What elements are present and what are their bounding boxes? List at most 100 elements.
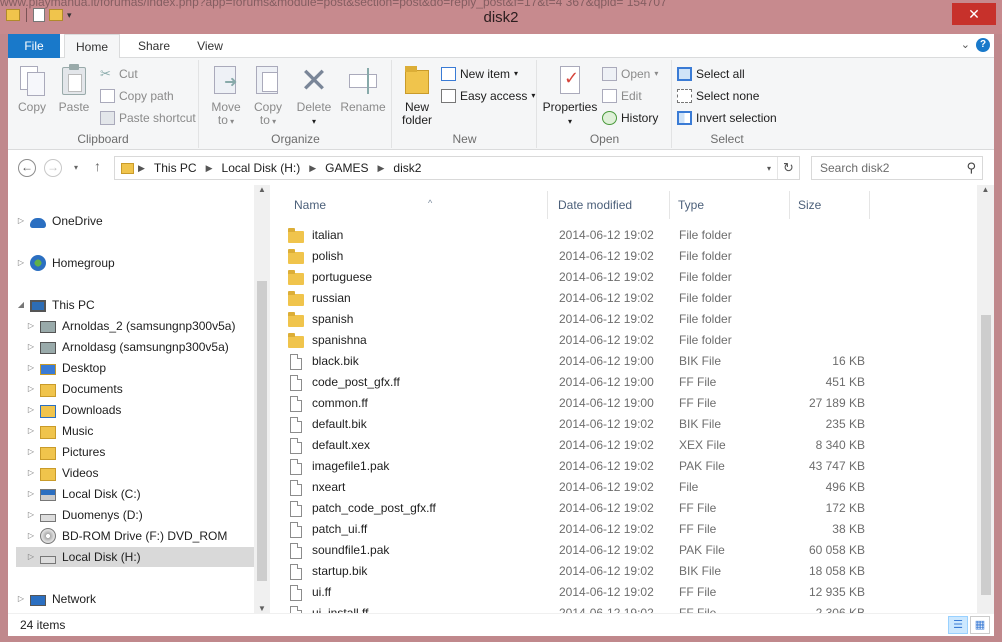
help-icon[interactable]: ? [976,38,990,52]
expand-arrow-icon[interactable]: ▷ [26,505,36,525]
nav-item-duomenys-d[interactable]: ▷ Duomenys (D:) [26,505,143,525]
recent-locations-chevron-icon[interactable]: ▾ [74,163,78,172]
address-bar[interactable]: ▶ This PC ▶ Local Disk (H:) ▶ GAMES ▶ di… [114,156,800,180]
copy-path-button[interactable]: Copy path [100,86,174,106]
nav-item-desktop[interactable]: ▷ Desktop [26,358,106,378]
column-header-type[interactable]: Type [672,191,790,219]
expand-arrow-icon[interactable]: ▷ [26,337,36,357]
table-row[interactable]: ui_install.ff 2014-06-12 19:02 FF File 2 30… [288,603,974,613]
move-to-button[interactable]: ➜ Move to ▾ [208,64,244,128]
table-row[interactable]: portuguese 2014-06-12 19:02 File folder [288,267,974,288]
table-row[interactable]: black.bik 2014-06-12 19:00 BIK File 16 KB [288,351,974,372]
up-arrow-icon[interactable]: ↑ [94,158,101,174]
scroll-up-arrow-icon[interactable]: ▲ [977,185,994,194]
file-list-scrollbar[interactable]: ▲ [977,185,994,613]
expand-arrow-icon[interactable]: ▷ [26,358,36,378]
close-button[interactable]: ✕ [952,3,996,25]
new-item-button[interactable]: New item ▾ [441,64,518,84]
table-row[interactable]: patch_ui.ff 2014-06-12 19:02 FF File 38 KB [288,519,974,540]
table-row[interactable]: imagefile1.pak 2014-06-12 19:02 PAK File 43… [288,456,974,477]
forward-button[interactable]: → [44,159,62,177]
expand-arrow-icon[interactable]: ▷ [16,589,26,609]
rename-button[interactable]: Rename [340,64,386,114]
tab-home[interactable]: Home [64,34,120,59]
breadcrumb-disk2[interactable]: disk2 [388,161,426,175]
expand-arrow-icon[interactable]: ▷ [26,316,36,336]
back-button[interactable]: ← [18,159,36,177]
nav-item-homegroup[interactable]: ▷ Homegroup [16,253,115,273]
minimize-ribbon-chevron-icon[interactable]: ⌄ [961,38,970,51]
invert-selection-button[interactable]: Invert selection [677,108,777,128]
delete-button[interactable]: ✕ Delete ▾ [294,64,334,128]
scroll-up-arrow-icon[interactable]: ▲ [254,185,270,194]
refresh-button[interactable]: ↻ [777,157,799,179]
collapse-arrow-icon[interactable]: ◢ [16,295,26,315]
large-icons-view-button[interactable]: ▦ [970,616,990,634]
file-list-scrollbar-thumb[interactable] [981,315,991,595]
breadcrumb-local-disk-h[interactable]: Local Disk (H:) [217,161,306,175]
table-row[interactable]: spanishna 2014-06-12 19:02 File folder [288,330,974,351]
properties-button[interactable]: ✓ Properties ▾ [542,64,598,128]
table-row[interactable]: italian 2014-06-12 19:02 File folder [288,225,974,246]
table-row[interactable]: default.bik 2014-06-12 19:02 BIK File 235 K… [288,414,974,435]
nav-item-local-disk-h[interactable]: ▷ Local Disk (H:) [16,547,254,567]
expand-arrow-icon[interactable]: ▷ [26,400,36,420]
nav-item-arnoldas-2[interactable]: ▷ Arnoldas_2 (samsungnp300v5a) [26,316,235,336]
table-row[interactable]: polish 2014-06-12 19:02 File folder [288,246,974,267]
table-row[interactable]: spanish 2014-06-12 19:02 File folder [288,309,974,330]
paste-shortcut-button[interactable]: Paste shortcut [100,108,196,128]
expand-arrow-icon[interactable]: ▷ [26,442,36,462]
expand-arrow-icon[interactable]: ▷ [26,547,36,567]
nav-item-this-pc[interactable]: ◢ This PC [16,295,95,315]
details-view-button[interactable]: ☰ [948,616,968,634]
nav-scrollbar-thumb[interactable] [257,281,267,581]
table-row[interactable]: default.xex 2014-06-12 19:02 XEX File 8 340… [288,435,974,456]
search-input[interactable]: Search disk2 ⚲ [811,156,983,180]
nav-item-videos[interactable]: ▷ Videos [26,463,98,483]
nav-item-music[interactable]: ▷ Music [26,421,93,441]
nav-item-arnoldasg[interactable]: ▷ Arnoldasg (samsungnp300v5a) [26,337,229,357]
copy-to-button[interactable]: Copy to ▾ [250,64,286,128]
tab-file[interactable]: File [8,34,60,58]
column-header-size[interactable]: Size [792,191,870,219]
expand-arrow-icon[interactable]: ▷ [26,379,36,399]
expand-arrow-icon[interactable]: ▷ [26,484,36,504]
nav-item-downloads[interactable]: ▷ Downloads [26,400,121,420]
edit-button[interactable]: Edit [602,86,642,106]
paste-button[interactable]: Paste [56,64,92,114]
easy-access-button[interactable]: Easy access ▾ [441,86,535,106]
scroll-down-arrow-icon[interactable]: ▼ [254,604,270,613]
table-row[interactable]: common.ff 2014-06-12 19:00 FF File 27 189 K… [288,393,974,414]
column-header-name[interactable]: Name ^ [288,191,548,219]
tab-share[interactable]: Share [126,34,182,58]
history-button[interactable]: History [602,108,658,128]
copy-button[interactable]: Copy [14,64,50,114]
select-all-button[interactable]: Select all [677,64,745,84]
breadcrumb-this-pc[interactable]: This PC [149,161,202,175]
nav-item-bd-rom-f[interactable]: ▷ BD-ROM Drive (F:) DVD_ROM [26,526,227,546]
nav-scrollbar[interactable]: ▲ ▼ [254,185,270,613]
cut-button[interactable]: ✂ Cut [100,64,138,84]
table-row[interactable]: startup.bik 2014-06-12 19:02 BIK File 18 05… [288,561,974,582]
expand-arrow-icon[interactable]: ▷ [16,211,26,231]
table-row[interactable]: patch_code_post_gfx.ff 2014-06-12 19:02 FF… [288,498,974,519]
select-none-button[interactable]: Select none [677,86,759,106]
expand-arrow-icon[interactable]: ▷ [26,421,36,441]
expand-arrow-icon[interactable]: ▷ [26,463,36,483]
table-row[interactable]: code_post_gfx.ff 2014-06-12 19:00 FF File 4… [288,372,974,393]
breadcrumb-games[interactable]: GAMES [320,161,373,175]
open-button[interactable]: Open ▾ [602,64,658,84]
table-row[interactable]: ui.ff 2014-06-12 19:02 FF File 12 935 KB [288,582,974,603]
nav-item-onedrive[interactable]: ▷ OneDrive [16,211,103,231]
nav-item-local-disk-c[interactable]: ▷ Local Disk (C:) [26,484,141,504]
tab-view[interactable]: View [184,34,236,58]
nav-item-pictures[interactable]: ▷ Pictures [26,442,105,462]
nav-item-network[interactable]: ▷ Network [16,589,96,609]
table-row[interactable]: soundfile1.pak 2014-06-12 19:02 PAK File 60… [288,540,974,561]
nav-item-documents[interactable]: ▷ Documents [26,379,123,399]
address-history-chevron-icon[interactable]: ▾ [767,164,771,173]
new-folder-button[interactable]: New folder [399,64,435,127]
expand-arrow-icon[interactable]: ▷ [26,526,36,546]
table-row[interactable]: nxeart 2014-06-12 19:02 File 496 KB [288,477,974,498]
table-row[interactable]: russian 2014-06-12 19:02 File folder [288,288,974,309]
